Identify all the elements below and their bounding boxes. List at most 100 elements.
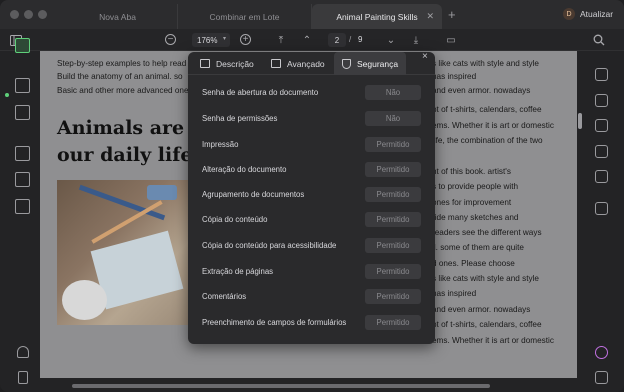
doc-text-line: life, the combination of the two <box>432 136 543 145</box>
horizontal-scrollbar[interactable] <box>72 384 490 388</box>
security-row: Impressão Permitido <box>202 137 422 153</box>
doc-text-line: and even armor. nowadays <box>432 305 531 314</box>
avatar[interactable]: D <box>563 8 575 20</box>
comment-icon[interactable]: ▭ <box>444 33 458 47</box>
tab-combinar-em-lote[interactable]: Combinar em Lote <box>178 4 312 29</box>
vertical-scrollbar[interactable] <box>578 113 582 129</box>
toolbar: − 176% ▾ + ⤒ ⌃ 2 / 9 ⌄ ⤓ ▭ <box>0 29 624 51</box>
doc-text-line: and even armor. nowadays <box>432 86 531 95</box>
left-sidebar <box>0 38 40 392</box>
email-icon[interactable] <box>595 170 608 183</box>
doc-text-line: d ones. Please choose <box>432 259 515 268</box>
update-button[interactable]: Atualizar <box>580 9 613 19</box>
document-icon <box>200 59 210 68</box>
row-label: Alteração do documento <box>202 165 287 174</box>
row-value: Permitido <box>365 315 421 330</box>
doc-text-line: has inspired <box>432 289 477 298</box>
row-label: Extração de páginas <box>202 267 274 276</box>
page-total: 9 <box>358 35 363 44</box>
save-icon[interactable] <box>595 202 608 215</box>
properties-tabs: Descrição Avançado Segurança <box>188 52 435 75</box>
active-indicator <box>5 93 9 97</box>
prev-page-icon[interactable]: ⌃ <box>300 33 314 47</box>
maximize-window-button[interactable] <box>38 10 47 19</box>
share-icon[interactable] <box>595 145 608 158</box>
security-row: Senha de abertura do documento Não <box>202 85 422 101</box>
minimize-window-button[interactable] <box>24 10 33 19</box>
pages-icon[interactable] <box>15 146 30 161</box>
doc-text-line: readers see the different ways <box>432 228 542 237</box>
row-value: Permitido <box>365 212 421 227</box>
close-icon[interactable]: × <box>422 51 428 62</box>
new-tab-button[interactable]: + <box>448 7 456 22</box>
doc-text-line: Step-by-step examples to help read <box>57 59 187 68</box>
row-label: Cópia do conteúdo <box>202 215 268 224</box>
doc-text-line: s like cats with style and style <box>432 274 539 283</box>
doc-heading: Animals are a <box>57 117 204 139</box>
ocr-icon[interactable] <box>595 68 608 81</box>
tab-nova-aba[interactable]: Nova Aba <box>58 4 178 29</box>
tab-label: Segurança <box>357 58 399 69</box>
bookmark-icon[interactable] <box>18 371 28 384</box>
app-window: Nova Aba Combinar em Lote Animal Paintin… <box>0 0 624 392</box>
reader-mode-icon[interactable] <box>15 38 30 53</box>
row-value: Permitido <box>365 289 421 304</box>
row-label: Agrupamento de documentos <box>202 190 305 199</box>
ai-assistant-icon[interactable] <box>595 346 608 359</box>
last-page-icon[interactable]: ⤓ <box>409 33 423 47</box>
doc-text-line: Basic and other more advanced one <box>57 86 189 95</box>
book-icon <box>271 59 281 68</box>
row-label: Cópia do conteúdo para acessibilidade <box>202 241 337 250</box>
crop-icon[interactable] <box>15 172 30 187</box>
chat-icon[interactable] <box>595 371 608 384</box>
security-row: Cópia do conteúdo Permitido <box>202 212 422 228</box>
row-label: Impressão <box>202 140 239 149</box>
edit-icon[interactable] <box>15 78 30 93</box>
tab-label: Avançado <box>287 58 325 69</box>
convert-icon[interactable] <box>595 94 608 107</box>
page-number-input[interactable]: 2 <box>328 33 346 47</box>
next-page-icon[interactable]: ⌄ <box>384 33 398 47</box>
row-value: Permitido <box>365 238 421 253</box>
tab-seguranca[interactable]: Segurança <box>334 52 407 75</box>
close-tab-icon[interactable]: ✕ <box>426 11 434 22</box>
tab-animal-painting-skills[interactable]: Animal Painting Skills ✕ <box>312 4 442 29</box>
row-label: Senha de abertura do documento <box>202 88 319 97</box>
protect-icon[interactable] <box>595 119 608 132</box>
doc-text-line: ems. Whether it is art or domestic <box>432 121 554 130</box>
row-value: Permitido <box>365 162 421 177</box>
row-value: Não <box>365 85 421 100</box>
close-window-button[interactable] <box>10 10 19 19</box>
zoom-value: 176% <box>197 35 218 45</box>
tab-avancado[interactable]: Avançado <box>271 52 325 75</box>
security-row: Agrupamento de documentos Permitido <box>202 187 422 203</box>
doc-text-line: nt of this book. artist's <box>432 167 511 176</box>
zoom-select[interactable]: 176% ▾ <box>192 33 230 47</box>
doc-text-line: Build the anatomy of an animal. so <box>57 72 183 81</box>
tab-label: Nova Aba <box>99 11 136 22</box>
organize-icon[interactable] <box>15 199 30 214</box>
search-icon[interactable] <box>592 33 606 47</box>
zoom-in-icon[interactable]: + <box>240 34 251 45</box>
annotate-icon[interactable] <box>15 105 30 120</box>
doc-text-line: has inspired <box>432 72 477 81</box>
row-label: Comentários <box>202 292 247 301</box>
chevron-down-icon: ▾ <box>222 36 226 42</box>
security-row: Preenchimento de campos de formulários P… <box>202 315 422 331</box>
security-row: Extração de páginas Permitido <box>202 264 422 280</box>
security-row: Cópia do conteúdo para acessibilidade Pe… <box>202 238 422 254</box>
layers-icon[interactable] <box>17 346 29 358</box>
doc-text-line: ems. Whether it is art or domestic <box>432 336 554 345</box>
right-sidebar <box>585 51 624 392</box>
doc-text-line: s like cats with style and style <box>432 59 539 68</box>
tab-descricao[interactable]: Descrição <box>200 52 254 75</box>
doc-text-line: ones for improvement <box>432 198 512 207</box>
zoom-out-icon[interactable]: − <box>165 34 176 45</box>
shield-icon <box>342 58 351 69</box>
doc-text-line: pt of t-shirts, calendars, coffee <box>432 105 542 114</box>
doc-text-line: ride many sketches and <box>432 213 519 222</box>
row-value: Permitido <box>365 137 421 152</box>
first-page-icon[interactable]: ⤒ <box>274 33 288 47</box>
row-value: Permitido <box>365 187 421 202</box>
security-row: Senha de permissões Não <box>202 111 422 127</box>
